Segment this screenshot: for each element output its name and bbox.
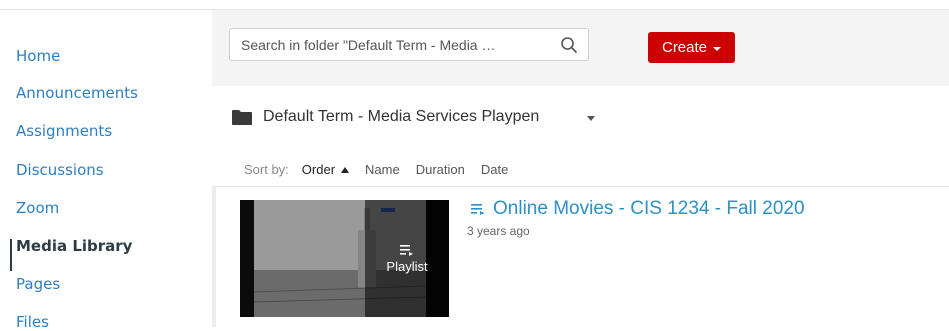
nav-home[interactable]: Home (16, 47, 60, 65)
entry-thumbnail[interactable]: Playlist (240, 200, 449, 317)
nav-discussions[interactable]: Discussions (16, 161, 104, 179)
entry-title-link[interactable]: Online Movies - CIS 1234 - Fall 2020 (470, 198, 805, 220)
sort-name[interactable]: Name (365, 162, 400, 177)
active-nav-indicator (10, 239, 12, 271)
nav-zoom[interactable]: Zoom (16, 199, 59, 217)
create-button[interactable]: Create (648, 32, 735, 63)
entry-title: Online Movies - CIS 1234 - Fall 2020 (493, 198, 805, 219)
sort-order[interactable]: Order (301, 162, 350, 177)
thumbnail-label: Playlist (386, 259, 428, 274)
chevron-down-icon (713, 46, 722, 51)
list-divider (212, 186, 949, 187)
playlist-icon (471, 204, 485, 215)
sort-bar: Sort by: Order Name Duration Date (244, 162, 508, 177)
folder-dropdown-caret-icon[interactable] (587, 116, 595, 121)
playlist-overlay: Playlist (365, 200, 449, 317)
course-nav-sidebar: Home Announcements Assignments Discussio… (0, 10, 212, 331)
search-icon (560, 36, 577, 53)
nav-media-library[interactable]: Media Library (16, 237, 132, 255)
sort-order-label: Order (301, 162, 336, 177)
create-button-label: Create (661, 39, 708, 56)
media-library-main: Create Default Term - Media Services Pla… (212, 10, 949, 327)
search-button[interactable] (549, 28, 589, 61)
search-box (229, 28, 566, 61)
toolbar: Create (212, 10, 949, 86)
sort-date[interactable]: Date (481, 162, 508, 177)
playlist-icon (400, 245, 413, 256)
nav-files[interactable]: Files (16, 313, 49, 331)
folder-breadcrumb: Default Term - Media Services Playpen (231, 106, 539, 128)
folder-name: Default Term - Media Services Playpen (263, 108, 540, 125)
search-input[interactable] (230, 29, 566, 60)
nav-pages[interactable]: Pages (16, 275, 60, 293)
folder-icon (232, 109, 252, 125)
nav-assignments[interactable]: Assignments (16, 122, 112, 140)
sort-duration[interactable]: Duration (416, 162, 465, 177)
sort-label: Sort by: (244, 162, 289, 177)
list-stripe (212, 187, 216, 327)
entry-meta: 3 years ago (467, 224, 530, 238)
nav-announcements[interactable]: Announcements (16, 84, 138, 102)
sort-ascending-icon (341, 166, 350, 173)
